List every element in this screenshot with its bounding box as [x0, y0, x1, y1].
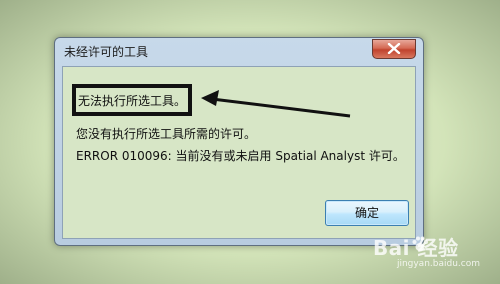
watermark: Bai 经验 jingyan.baidu.com [373, 232, 480, 269]
watermark-url: jingyan.baidu.com [396, 259, 480, 269]
paw-icon [412, 236, 428, 251]
